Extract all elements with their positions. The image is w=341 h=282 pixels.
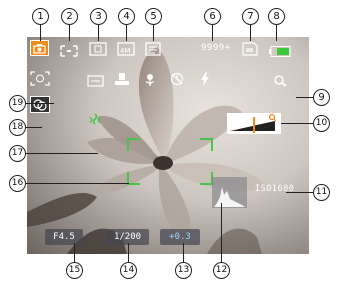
face-detection-icon [30,71,50,86]
callout-19: 19 [9,95,26,112]
macro-icon [143,71,157,86]
callout-13: 13 [175,262,192,279]
callout-16: 16 [9,175,26,192]
callout-14: 14 [120,262,137,279]
histogram-icon [212,177,247,208]
callout-6: 6 [204,8,221,25]
image-size-icon [89,41,107,56]
zoom-icon [273,72,287,87]
focus-frame-top-left [127,138,140,151]
callout-12: 12 [213,262,230,279]
battery-icon [269,42,291,57]
continuous-shot-icon [30,96,50,113]
callout-3: 3 [90,8,107,25]
focus-frame-top-right [200,138,213,151]
callout-7: 7 [242,8,259,25]
callout-1: 1 [32,8,49,25]
shake-warning-icon [87,112,103,126]
metering-icon [60,42,78,57]
diagram-stage: 4M 9999+ ISO1600 F4.5 1/200 +0.3 1 2 3 4… [0,0,341,282]
stabilization-icon [145,41,161,56]
callout-2: 2 [61,8,78,25]
callout-9: 9 [313,89,330,106]
callout-8: 8 [268,8,285,25]
scene-mode-icon[interactable] [30,40,49,56]
shots-remaining: 9999+ [201,43,231,53]
callout-18: 18 [9,119,26,136]
callout-10: 10 [313,115,330,132]
aperture-value: F4.5 [45,229,83,245]
callout-17: 17 [9,145,26,162]
quality-icon: 4M [117,41,135,56]
callout-11: 11 [313,184,330,201]
exposure-comp-text: +0.3 [169,232,191,242]
flash-icon [200,71,210,86]
callout-4: 4 [118,8,135,25]
camera-lcd-screen: 4M 9999+ ISO1600 F4.5 1/200 +0.3 [27,37,309,254]
flower-photo [27,37,309,254]
callout-15: 15 [66,262,83,279]
white-balance-icon [114,71,130,85]
memory-card-icon [242,41,258,56]
date-stamp-icon [87,72,104,87]
svg-text:4M: 4M [120,47,131,55]
exposure-comp-value: +0.3 [160,229,200,245]
zoom-bar [227,113,281,134]
self-timer-icon [170,71,184,86]
callout-5: 5 [145,8,162,25]
